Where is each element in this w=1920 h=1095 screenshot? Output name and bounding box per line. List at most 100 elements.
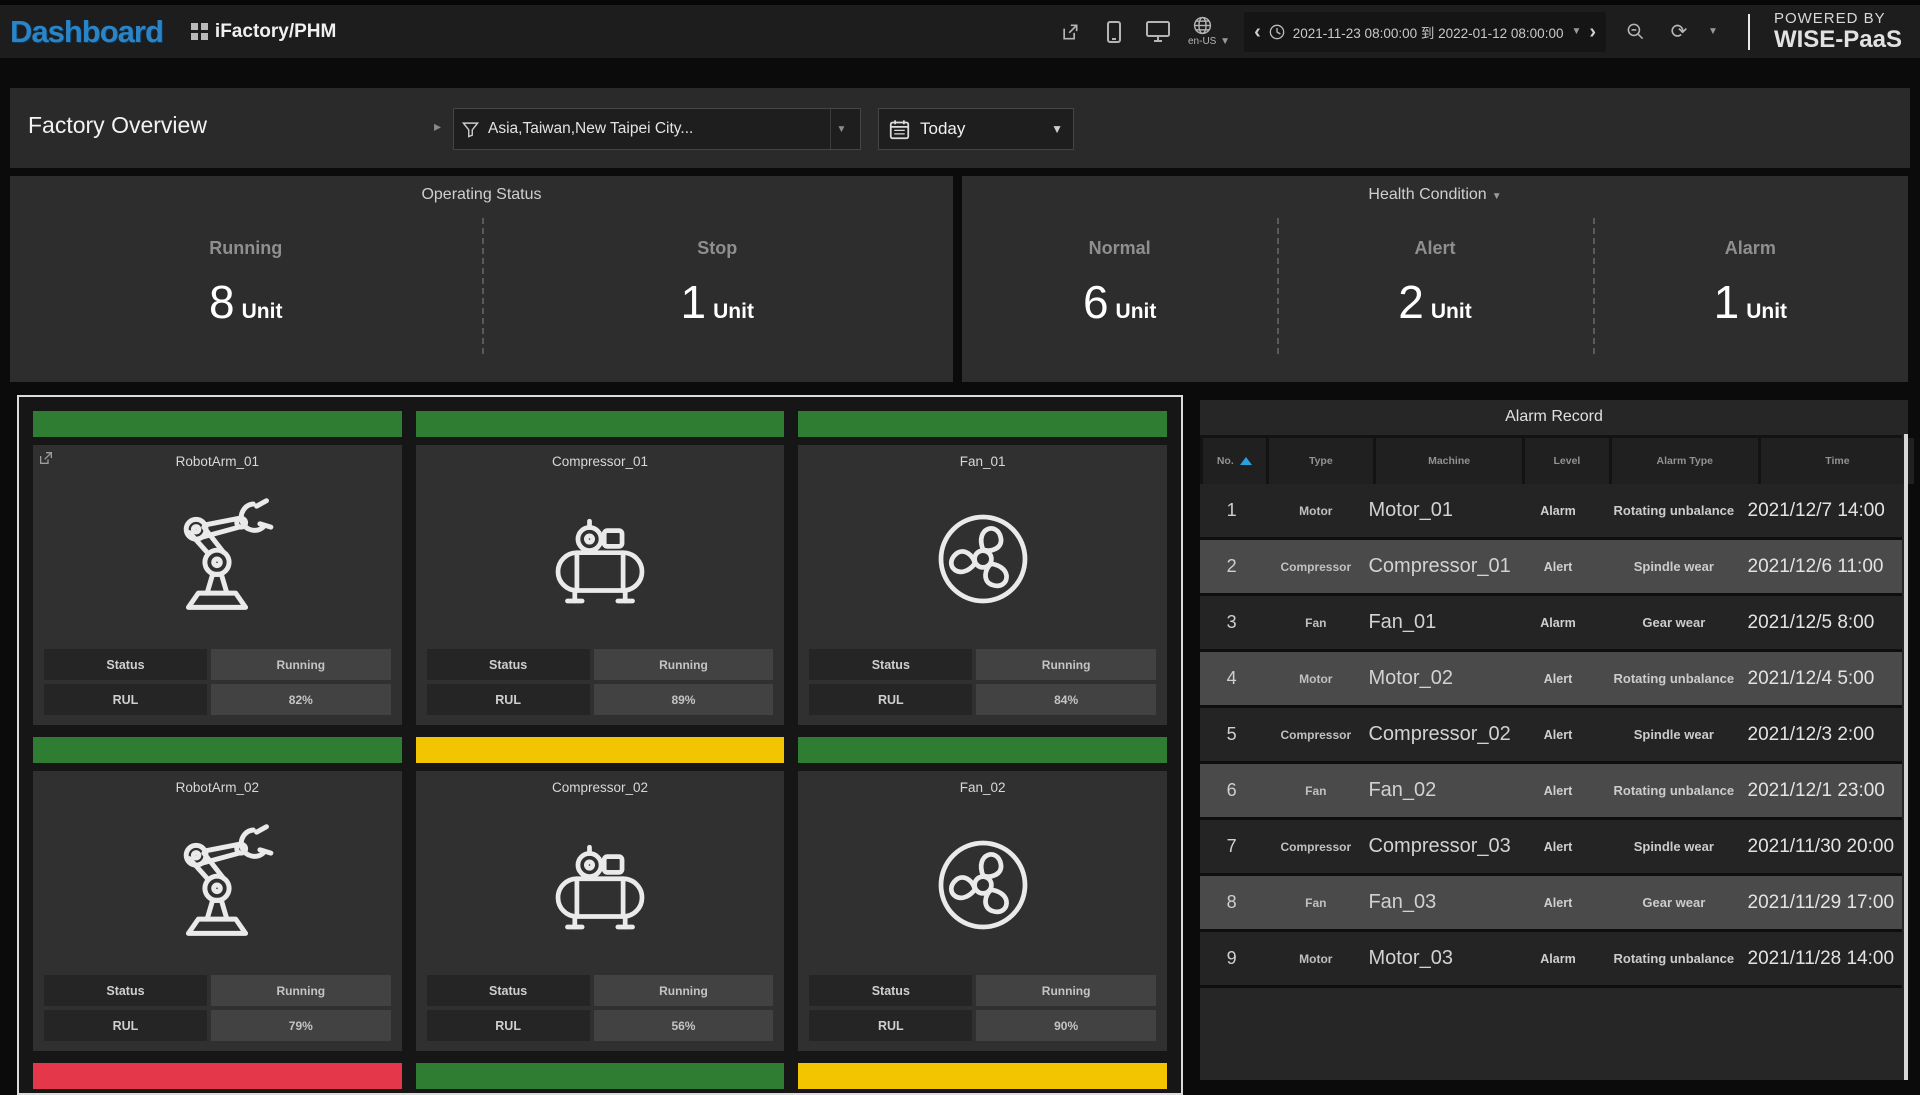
column-header-level[interactable]: Level bbox=[1525, 438, 1609, 484]
compressor-icon bbox=[537, 469, 663, 649]
equipment-card-robotarm-02: RobotArm_02 Status Running bbox=[33, 771, 402, 1051]
alarm-table-row[interactable]: 8 Fan Fan_03 Alert Gear wear 2021/11/29 … bbox=[1200, 876, 1902, 932]
location-filter-select[interactable]: Asia,Taiwan,New Taipei City... ▼ bbox=[453, 108, 861, 150]
cell-no: 3 bbox=[1200, 612, 1263, 633]
refresh-icon[interactable]: ⟳ bbox=[1664, 12, 1694, 52]
powered-by-logo: POWERED BY WISE-PaaS bbox=[1774, 11, 1908, 52]
time-range-text[interactable]: 2021-11-23 08:00:00 到 2022-01-12 08:00:0… bbox=[1293, 22, 1564, 42]
time-range-control: ‹ 2021-11-23 08:00:00 到 2022-01-12 08:00… bbox=[1244, 12, 1606, 52]
health-condition-panel: Health Condition▼ Normal 6Unit Alert 2Un… bbox=[962, 176, 1908, 382]
status-bar bbox=[798, 1063, 1167, 1089]
cell-no: 6 bbox=[1200, 780, 1263, 801]
fan-icon bbox=[920, 795, 1046, 975]
compressor-icon bbox=[537, 795, 663, 975]
status-label: Status bbox=[427, 649, 590, 680]
rul-label: RUL bbox=[809, 1010, 972, 1041]
cell-alarm-type: Rotating unbalance bbox=[1600, 783, 1747, 798]
time-range-caret-icon[interactable]: ▼ bbox=[1571, 26, 1581, 37]
cell-level: Alarm bbox=[1516, 504, 1600, 518]
cell-no: 8 bbox=[1200, 892, 1263, 913]
time-next-icon[interactable]: › bbox=[1589, 22, 1596, 42]
health-condition-title[interactable]: Health Condition▼ bbox=[962, 176, 1908, 204]
status-label: Status bbox=[44, 649, 207, 680]
alarm-table-header: No. Type Machine Level Alarm Type Time bbox=[1200, 435, 1902, 484]
alarm-table-row[interactable]: 1 Motor Motor_01 Alarm Rotating unbalanc… bbox=[1200, 484, 1902, 540]
status-row: Status Running bbox=[809, 975, 1156, 1006]
divider bbox=[482, 218, 484, 354]
cell-alarm-type: Gear wear bbox=[1600, 615, 1747, 630]
zoom-out-icon[interactable] bbox=[1620, 12, 1650, 52]
equipment-name: RobotArm_02 bbox=[176, 780, 259, 795]
alarm-table-row[interactable]: 2 Compressor Compressor_01 Alert Spindle… bbox=[1200, 540, 1902, 596]
column-header-type[interactable]: Type bbox=[1269, 438, 1373, 484]
column-header-no[interactable]: No. bbox=[1203, 438, 1266, 484]
cell-no: 1 bbox=[1200, 500, 1263, 521]
rul-value: 90% bbox=[976, 1010, 1156, 1041]
top-bar: Dashboard iFactory/PHM bbox=[0, 0, 1920, 58]
equipment-card-fan-01: Fan_01 Status Running RUL 84% bbox=[798, 445, 1167, 725]
alarm-table-row[interactable]: 3 Fan Fan_01 Alarm Gear wear 2021/12/5 8… bbox=[1200, 596, 1902, 652]
rul-value: 82% bbox=[211, 684, 391, 715]
status-row: Status Running bbox=[427, 975, 774, 1006]
cell-type: Motor bbox=[1263, 504, 1368, 518]
status-value: Running bbox=[594, 649, 774, 680]
column-header-machine[interactable]: Machine bbox=[1376, 438, 1522, 484]
stat-normal: Normal 6Unit bbox=[962, 208, 1277, 358]
divider bbox=[1277, 218, 1279, 354]
status-row: Status Running bbox=[427, 649, 774, 680]
fan-icon bbox=[920, 469, 1046, 649]
status-row: Status Running bbox=[809, 649, 1156, 680]
app-grid-icon bbox=[191, 23, 208, 40]
language-selector[interactable]: en-US ▼ bbox=[1187, 16, 1230, 47]
status-bar bbox=[416, 411, 785, 437]
column-header-alarm-type[interactable]: Alarm Type bbox=[1612, 438, 1758, 484]
cell-no: 7 bbox=[1200, 836, 1263, 857]
cell-machine: Fan_02 bbox=[1368, 779, 1515, 802]
scrollbar[interactable] bbox=[1904, 434, 1908, 1080]
stat-stop: Stop 1Unit bbox=[482, 208, 954, 358]
alarm-table-row[interactable]: 7 Compressor Compressor_03 Alert Spindle… bbox=[1200, 820, 1902, 876]
share-icon[interactable] bbox=[1055, 12, 1085, 52]
filter-bar: Factory Overview ▸ Asia,Taiwan,New Taipe… bbox=[10, 88, 1910, 168]
alarm-table-row[interactable]: 5 Compressor Compressor_02 Alert Spindle… bbox=[1200, 708, 1902, 764]
cell-level: Alert bbox=[1516, 672, 1600, 686]
dashboard-logo[interactable]: Dashboard bbox=[10, 14, 163, 50]
rul-label: RUL bbox=[44, 684, 207, 715]
cell-machine: Motor_03 bbox=[1368, 947, 1515, 970]
status-bar bbox=[798, 737, 1167, 763]
stat-alert: Alert 2Unit bbox=[1277, 208, 1592, 358]
cell-type: Compressor bbox=[1263, 728, 1368, 742]
stat-alarm: Alarm 1Unit bbox=[1593, 208, 1908, 358]
status-label: Status bbox=[809, 975, 972, 1006]
rul-label: RUL bbox=[44, 1010, 207, 1041]
equipment-name: Compressor_01 bbox=[552, 454, 648, 469]
refresh-interval-caret-icon[interactable]: ▼ bbox=[1708, 26, 1718, 37]
rul-row: RUL 56% bbox=[427, 1010, 774, 1041]
cell-machine: Compressor_01 bbox=[1368, 555, 1515, 578]
alarm-table-row[interactable]: 9 Motor Motor_03 Alarm Rotating unbalanc… bbox=[1200, 932, 1902, 988]
health-condition-caret-icon: ▼ bbox=[1492, 191, 1502, 202]
cell-no: 2 bbox=[1200, 556, 1263, 577]
time-prev-icon[interactable]: ‹ bbox=[1254, 22, 1261, 42]
alarm-table-row[interactable]: 6 Fan Fan_02 Alert Rotating unbalance 20… bbox=[1200, 764, 1902, 820]
location-filter-value: Asia,Taiwan,New Taipei City... bbox=[488, 120, 821, 138]
column-header-time[interactable]: Time bbox=[1761, 438, 1914, 484]
monitor-icon[interactable] bbox=[1143, 12, 1173, 52]
rul-value: 84% bbox=[976, 684, 1156, 715]
cell-type: Fan bbox=[1263, 784, 1368, 798]
cell-machine: Motor_01 bbox=[1368, 499, 1515, 522]
status-label: Status bbox=[44, 975, 207, 1006]
equipment-name: Fan_01 bbox=[960, 454, 1006, 469]
equipment-name: Fan_02 bbox=[960, 780, 1006, 795]
equipment-row-3-partial bbox=[33, 1063, 1167, 1089]
language-label: en-US bbox=[1188, 36, 1216, 47]
cell-type: Compressor bbox=[1263, 840, 1368, 854]
cell-no: 9 bbox=[1200, 948, 1263, 969]
status-value: Running bbox=[976, 975, 1156, 1006]
external-link-icon[interactable] bbox=[38, 450, 54, 471]
alarm-table-row[interactable]: 4 Motor Motor_02 Alert Rotating unbalanc… bbox=[1200, 652, 1902, 708]
alarm-record-table: No. Type Machine Level Alarm Type Time 1… bbox=[1200, 435, 1902, 988]
date-range-select[interactable]: Today ▼ bbox=[878, 108, 1074, 150]
cell-type: Motor bbox=[1263, 672, 1368, 686]
mobile-icon[interactable] bbox=[1099, 12, 1129, 52]
